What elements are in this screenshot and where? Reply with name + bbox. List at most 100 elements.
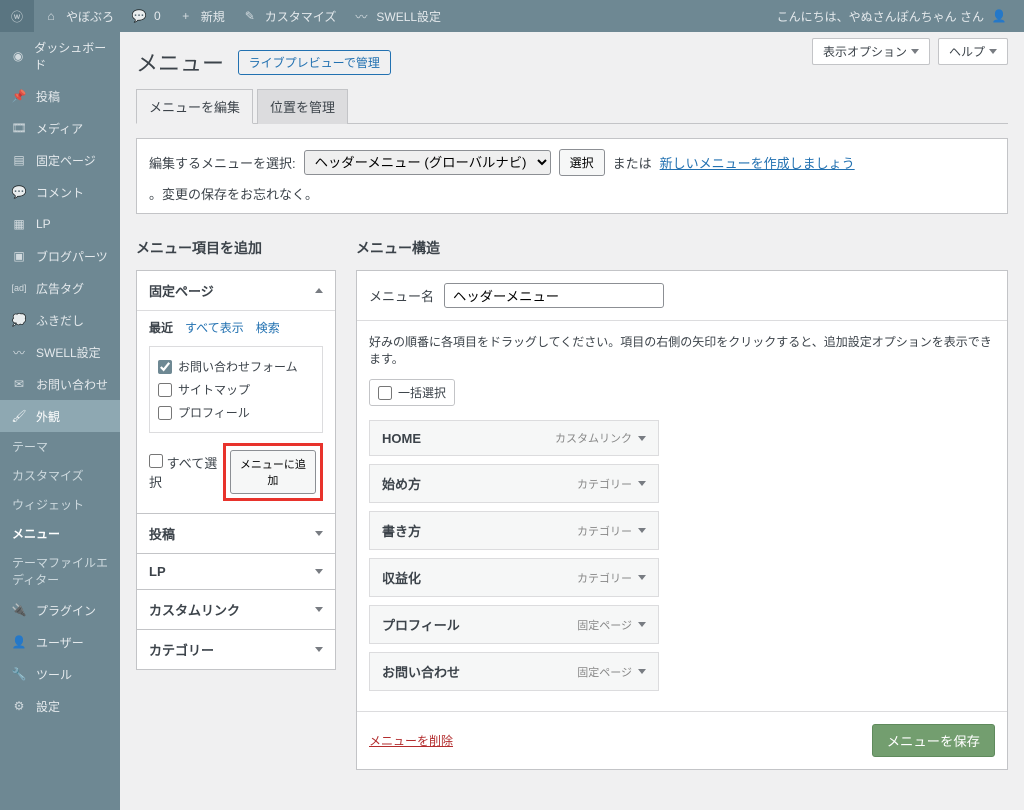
sidebar-item-contact[interactable]: ✉お問い合わせ (0, 368, 120, 400)
dashboard-icon: ◉ (10, 47, 26, 65)
sidebar-item-appearance[interactable]: 🖌外観 (0, 400, 120, 432)
create-menu-link[interactable]: 新しいメニューを作成しましょう (660, 153, 855, 172)
caret-down-icon (315, 569, 323, 574)
sidebar-item-users[interactable]: 👤ユーザー (0, 626, 120, 658)
menu-select[interactable]: ヘッダーメニュー (グローバルナビ) (304, 150, 551, 175)
save-menu-button[interactable]: メニューを保存 (872, 724, 995, 757)
delete-menu-link[interactable]: メニューを削除 (369, 732, 453, 749)
menu-item[interactable]: 始め方カテゴリー (369, 464, 659, 503)
screen-options-button[interactable]: 表示オプション (812, 38, 930, 65)
wordpress-icon: ⓦ (8, 7, 26, 25)
add-to-menu-button[interactable]: メニューに追加 (230, 450, 316, 494)
ad-icon: [ad] (10, 279, 28, 297)
caret-up-icon (315, 288, 323, 293)
bulk-select-checkbox[interactable] (378, 386, 392, 400)
panel-custom-header[interactable]: カスタムリンク (137, 590, 335, 629)
caret-down-icon (989, 49, 997, 54)
menu-name-label: メニュー名 (369, 286, 434, 305)
caret-down-icon (315, 607, 323, 612)
subitem-widget[interactable]: ウィジェット (0, 490, 120, 519)
user-icon: 👤 (10, 633, 28, 651)
sidebar-item-fukidashi[interactable]: 💭ふきだし (0, 304, 120, 336)
panel-posts-header[interactable]: 投稿 (137, 514, 335, 553)
panel-pages-header[interactable]: 固定ページ (137, 271, 335, 310)
sidebar-item-adtag[interactable]: [ad]広告タグ (0, 272, 120, 304)
sidebar-submenu-appearance: テーマ カスタマイズ ウィジェット メニュー テーマファイルエディター (0, 432, 120, 594)
tool-icon: 🔧 (10, 665, 28, 683)
site-name: やぼぶろ (66, 8, 114, 25)
select-all-checkbox[interactable] (149, 454, 163, 468)
page-checkbox[interactable] (158, 383, 172, 397)
sidebar-item-dashboard[interactable]: ◉ダッシュボード (0, 32, 120, 80)
page-check-item[interactable]: プロフィール (158, 401, 314, 424)
add-items-heading: メニュー項目を追加 (136, 238, 336, 258)
caret-down-icon (315, 531, 323, 536)
subitem-tfe[interactable]: テーマファイルエディター (0, 548, 120, 594)
menu-item[interactable]: HOMEカスタムリンク (369, 420, 659, 456)
page-checkbox[interactable] (158, 406, 172, 420)
plus-icon: + (177, 7, 195, 25)
wp-logo[interactable]: ⓦ (0, 0, 34, 32)
sidebar-item-plugins[interactable]: 🔌プラグイン (0, 594, 120, 626)
bulk-select[interactable]: 一括選択 (369, 379, 455, 406)
select-all[interactable]: すべて選択 (149, 453, 223, 491)
caret-down-icon (911, 49, 919, 54)
greeting[interactable]: こんにちは、やぬさんぽんちゃん さん👤 (769, 0, 1016, 32)
mail-icon: ✉ (10, 375, 28, 393)
caret-down-icon[interactable] (638, 481, 646, 486)
tab-manage-locations[interactable]: 位置を管理 (257, 89, 348, 124)
appearance-icon: 🖌 (10, 407, 28, 425)
caret-down-icon[interactable] (638, 669, 646, 674)
page-check-item[interactable]: サイトマップ (158, 378, 314, 401)
subitem-menu[interactable]: メニュー (0, 519, 120, 548)
subitem-theme[interactable]: テーマ (0, 432, 120, 461)
page-check-item[interactable]: お問い合わせフォーム (158, 355, 314, 378)
help-button[interactable]: ヘルプ (938, 38, 1008, 65)
sidebar-item-blogparts[interactable]: ▣ブログパーツ (0, 240, 120, 272)
swell-label: SWELL設定 (376, 8, 441, 25)
live-preview-button[interactable]: ライブプレビューで管理 (238, 50, 391, 75)
swell-link[interactable]: 〰SWELL設定 (344, 0, 449, 32)
pages-tab-all[interactable]: すべて表示 (185, 319, 244, 336)
dont-forget-text: 。変更の保存をお忘れなく。 (149, 184, 318, 203)
comments-link[interactable]: 💬0 (122, 0, 169, 32)
menu-item[interactable]: 書き方カテゴリー (369, 511, 659, 550)
pages-tab-search[interactable]: 検索 (256, 319, 280, 336)
admin-bar: ⓦ ⌂やぼぶろ 💬0 +新規 ✎カスタマイズ 〰SWELL設定 こんにちは、やぬ… (0, 0, 1024, 32)
settings-icon: ⚙ (10, 697, 28, 715)
comment-icon: 💬 (130, 7, 148, 25)
panel-lp-header[interactable]: LP (137, 554, 335, 589)
tab-edit-menus[interactable]: メニューを編集 (136, 89, 253, 124)
caret-down-icon[interactable] (638, 528, 646, 533)
sidebar-item-lp[interactable]: ▦LP (0, 208, 120, 240)
sidebar-item-settings[interactable]: ⚙設定 (0, 690, 120, 722)
menu-structure-heading: メニュー構造 (356, 238, 1008, 258)
menu-item[interactable]: プロフィール固定ページ (369, 605, 659, 644)
page-checkbox[interactable] (158, 360, 172, 374)
caret-down-icon[interactable] (638, 575, 646, 580)
pages-tab-recent[interactable]: 最近 (149, 319, 173, 336)
sidebar-item-swell[interactable]: 〰SWELL設定 (0, 336, 120, 368)
sidebar-item-pages[interactable]: ▤固定ページ (0, 144, 120, 176)
accordion: 固定ページ 最近 すべて表示 検索 お問い合わせフォーム サイトマップ プロフィ… (136, 270, 336, 670)
customize-label: カスタマイズ (265, 8, 337, 25)
menu-name-input[interactable] (444, 283, 664, 308)
plugin-icon: 🔌 (10, 601, 28, 619)
customize-link[interactable]: ✎カスタマイズ (233, 0, 345, 32)
caret-down-icon (315, 647, 323, 652)
menu-items-list: HOMEカスタムリンク 始め方カテゴリー 書き方カテゴリー 収益化カテゴリー プ… (369, 420, 659, 691)
panel-category-header[interactable]: カテゴリー (137, 630, 335, 669)
lp-icon: ▦ (10, 215, 28, 233)
sidebar-item-tools[interactable]: 🔧ツール (0, 658, 120, 690)
sidebar-item-comments[interactable]: 💬コメント (0, 176, 120, 208)
new-link[interactable]: +新規 (169, 0, 233, 32)
caret-down-icon[interactable] (638, 436, 646, 441)
caret-down-icon[interactable] (638, 622, 646, 627)
menu-item[interactable]: 収益化カテゴリー (369, 558, 659, 597)
site-link[interactable]: ⌂やぼぶろ (34, 0, 122, 32)
sidebar-item-posts[interactable]: 📌投稿 (0, 80, 120, 112)
menu-item[interactable]: お問い合わせ固定ページ (369, 652, 659, 691)
select-button[interactable]: 選択 (559, 149, 605, 176)
subitem-customize[interactable]: カスタマイズ (0, 461, 120, 490)
sidebar-item-media[interactable]: 🎞メディア (0, 112, 120, 144)
